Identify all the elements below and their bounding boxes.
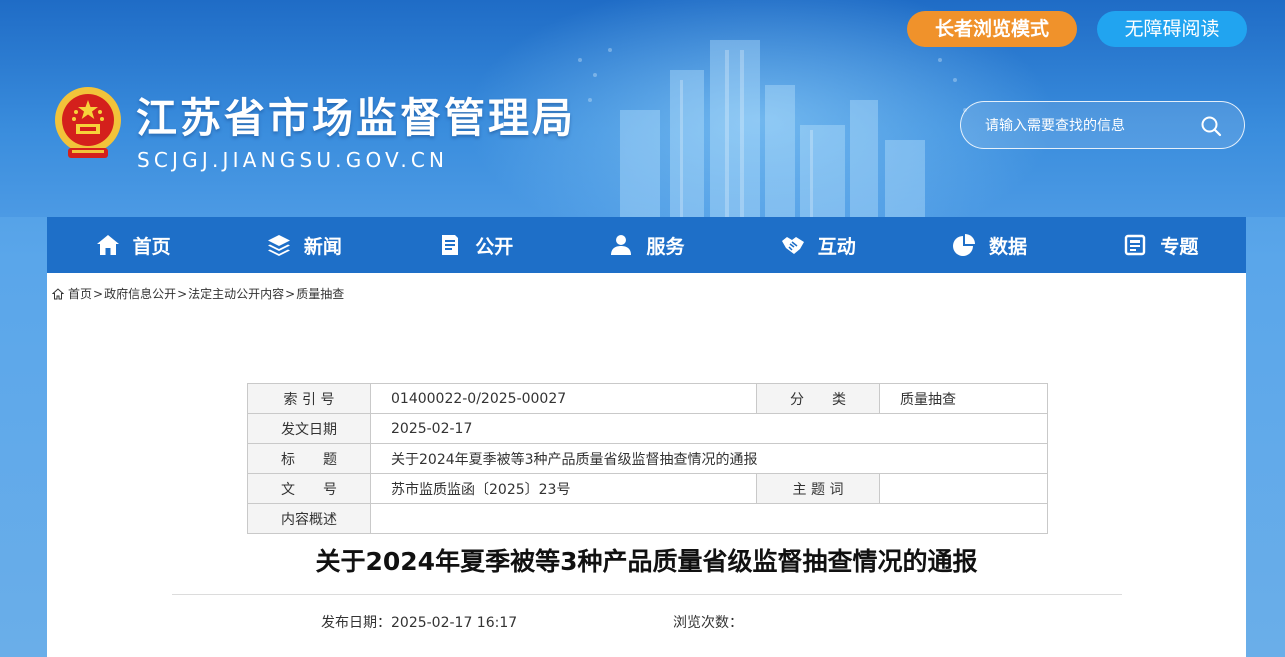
breadcrumb-quality-check[interactable]: 质量抽查: [296, 285, 344, 302]
breadcrumb-gov-info[interactable]: 政府信息公开: [104, 285, 176, 302]
pie-chart-icon: [953, 234, 976, 256]
breadcrumb: 首页 > 政府信息公开 > 法定主动公开内容 > 质量抽查: [52, 285, 344, 302]
main-nav: 首页 新闻 公开 服务 互动 数据 专题: [47, 217, 1246, 273]
site-domain: SCJGJ.JIANGSU.GOV.CN: [137, 148, 449, 172]
breadcrumb-separator: >: [177, 286, 188, 301]
search-icon[interactable]: [1200, 115, 1222, 137]
content-panel: 首页 > 政府信息公开 > 法定主动公开内容 > 质量抽查 索 引 号 0140…: [47, 273, 1246, 657]
nav-item-label: 数据: [989, 235, 1028, 258]
document-icon: [442, 235, 459, 255]
keywords-label: 主 题 词: [756, 473, 880, 504]
breadcrumb-separator: >: [285, 286, 296, 301]
nav-item-label: 互动: [817, 235, 856, 258]
handshake-icon: [781, 237, 804, 254]
index-value: 01400022-0/2025-00027: [370, 383, 757, 414]
breadcrumb-home[interactable]: 首页: [68, 285, 92, 302]
publish-date: 发布日期：2025-02-17 16:17: [321, 615, 518, 631]
table-row: 内容概述: [247, 503, 1048, 534]
docno-value: 苏市监质监函〔2025〕23号: [370, 473, 757, 504]
title-label: 标 题: [247, 443, 371, 474]
docno-label: 文 号: [247, 473, 371, 504]
nav-item-label: 首页: [132, 235, 171, 258]
nav-item-service[interactable]: 服务: [561, 217, 732, 273]
nav-item-data[interactable]: 数据: [903, 217, 1074, 273]
title-value: 关于2024年夏季被等3种产品质量省级监督抽查情况的通报: [370, 443, 1048, 474]
site-title: 江苏省市场监督管理局: [136, 94, 576, 142]
table-row: 发文日期 2025-02-17: [247, 413, 1048, 444]
home-icon: [96, 235, 119, 255]
summary-value: [370, 503, 1048, 534]
date-label: 发文日期: [247, 413, 371, 444]
view-count: 浏览次数：: [673, 615, 743, 631]
table-row: 标 题 关于2024年夏季被等3种产品质量省级监督抽查情况的通报: [247, 443, 1048, 474]
category-value: 质量抽查: [879, 383, 1048, 414]
nav-item-interact[interactable]: 互动: [732, 217, 903, 273]
nav-item-public[interactable]: 公开: [390, 217, 561, 273]
nav-item-news[interactable]: 新闻: [218, 217, 389, 273]
site-header: 江苏省市场监督管理局 SCJGJ.JIANGSU.GOV.CN 长者浏览模式 无…: [0, 0, 1285, 217]
city-skyline-graphic: [578, 40, 967, 217]
nav-item-label: 公开: [475, 235, 514, 258]
elder-mode-button[interactable]: 长者浏览模式: [907, 11, 1077, 47]
index-label: 索 引 号: [247, 383, 371, 414]
table-row: 文 号 苏市监质监函〔2025〕23号 主 题 词: [247, 473, 1048, 504]
nav-item-label: 新闻: [303, 235, 342, 258]
search-input[interactable]: [983, 113, 1197, 139]
search-box: [960, 101, 1245, 149]
date-value: 2025-02-17: [370, 413, 1048, 444]
nav-item-label: 专题: [1160, 235, 1199, 258]
summary-label: 内容概述: [247, 503, 371, 534]
nav-item-home[interactable]: 首页: [47, 217, 218, 273]
keywords-value: [879, 473, 1048, 504]
national-emblem-icon: [55, 87, 121, 158]
category-label: 分 类: [756, 383, 880, 414]
article-title: 关于2024年夏季被等3种产品质量省级监督抽查情况的通报: [315, 547, 978, 576]
title-divider: [172, 594, 1122, 595]
breadcrumb-statutory[interactable]: 法定主动公开内容: [188, 285, 284, 302]
topic-icon: [1125, 234, 1146, 256]
people-icon: [611, 235, 632, 255]
nav-item-label: 服务: [646, 235, 685, 258]
home-icon: [52, 287, 64, 299]
nav-item-topic[interactable]: 专题: [1075, 217, 1246, 273]
layers-icon: [267, 235, 290, 256]
document-meta-table: 索 引 号 01400022-0/2025-00027 分 类 质量抽查 发文日…: [247, 383, 1048, 534]
table-row: 索 引 号 01400022-0/2025-00027 分 类 质量抽查: [247, 383, 1048, 414]
breadcrumb-separator: >: [93, 286, 104, 301]
accessible-reading-button[interactable]: 无障碍阅读: [1097, 11, 1247, 47]
